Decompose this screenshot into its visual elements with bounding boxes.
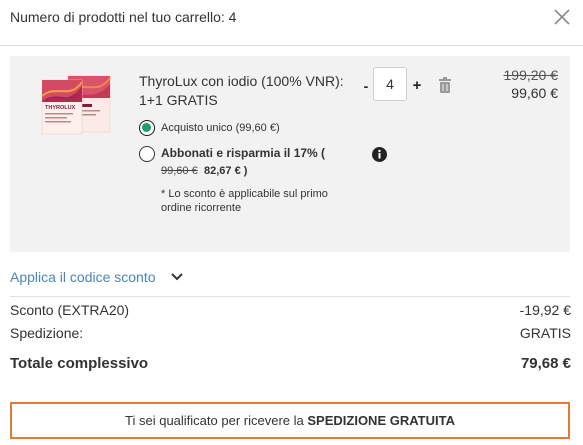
trash-icon[interactable] (438, 77, 452, 93)
one-time-purchase-radio[interactable] (139, 120, 155, 136)
subscribe-note: * Lo sconto è applicabile sul primo ordi… (161, 188, 328, 214)
apply-coupon-link[interactable]: Applica il codice sconto (10, 269, 156, 285)
discount-value: -19,92 € (519, 302, 571, 318)
svg-text:THYROLUX: THYROLUX (45, 105, 76, 111)
cart-item: THYROLUX ThyroLux con iodio (100% VNR): … (10, 56, 570, 252)
subscribe-old-price: 99,60 € (161, 165, 198, 177)
quantity-increase-button[interactable]: + (410, 76, 424, 96)
one-time-purchase-label[interactable]: Acquisto unico (99,60 €) (161, 122, 280, 134)
product-name[interactable]: ThyroLux con iodio (100% VNR): 1+1 GRATI… (139, 72, 351, 110)
subscribe-new-price: 82,67 € ) (204, 165, 248, 177)
total-value: 79,68 € (520, 355, 571, 372)
subscribe-label[interactable]: Abbonati e risparmia il 17% ( (161, 146, 325, 160)
product-image[interactable]: THYROLUX (38, 74, 116, 136)
subscribe-radio[interactable] (139, 146, 155, 162)
current-price: 99,60 € (511, 85, 558, 101)
cart-header: Numero di prodotti nel tuo carrello: 4 (0, 0, 583, 46)
banner-highlight: SPEDIZIONE GRATUITA (307, 413, 455, 428)
chevron-down-icon[interactable] (170, 272, 184, 282)
shipping-label: Spedizione: (10, 325, 84, 341)
total-label: Totale complessivo (10, 355, 149, 372)
cart-title: Numero di prodotti nel tuo carrello: 4 (10, 9, 237, 25)
free-shipping-banner: Ti sei qualificato per ricevere la SPEDI… (10, 402, 570, 439)
shipping-value: GRATIS (519, 325, 571, 341)
original-price: 199,20 € (503, 67, 559, 83)
banner-text: Ti sei qualificato per ricevere la (125, 413, 304, 428)
info-icon[interactable] (372, 147, 387, 162)
quantity-decrease-button[interactable]: - (359, 76, 373, 96)
quantity-input[interactable] (373, 67, 407, 101)
summary-divider (10, 296, 570, 297)
close-icon[interactable] (551, 6, 573, 28)
discount-label: Sconto (EXTRA20) (10, 302, 130, 318)
